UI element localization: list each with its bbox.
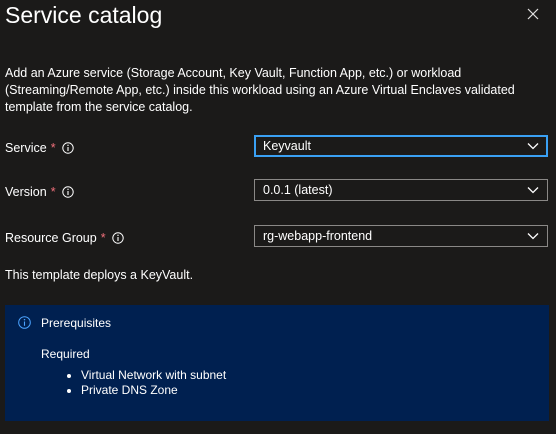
prerequisites-infobox: Prerequisites Required Virtual Network w…	[5, 305, 549, 421]
list-item: Private DNS Zone	[81, 383, 226, 398]
resource-group-dropdown[interactable]: rg-webapp-frontend	[254, 225, 548, 247]
version-dropdown-value: 0.0.1 (latest)	[263, 183, 333, 197]
service-label: Service *	[5, 140, 74, 156]
version-label: Version *	[5, 184, 74, 200]
list-item: Virtual Network with subnet	[81, 368, 226, 383]
prerequisites-subtitle: Required	[41, 347, 90, 361]
resource-group-label-text: Resource Group	[5, 231, 97, 245]
page-title: Service catalog	[5, 2, 163, 28]
required-asterisk: *	[100, 231, 106, 245]
resource-group-dropdown-value: rg-webapp-frontend	[263, 229, 373, 243]
chevron-down-icon	[527, 233, 539, 240]
prerequisites-list: Virtual Network with subnet Private DNS …	[55, 368, 226, 398]
required-asterisk: *	[50, 141, 56, 155]
service-label-text: Service	[5, 141, 47, 155]
chevron-down-icon	[527, 187, 539, 194]
template-note: This template deploys a KeyVault.	[5, 268, 194, 282]
service-dropdown[interactable]: Keyvault	[254, 135, 548, 157]
info-icon[interactable]	[111, 232, 124, 244]
prerequisites-title: Prerequisites	[41, 316, 112, 330]
service-catalog-panel: Service catalog Add an Azure service (St…	[0, 0, 556, 434]
description-text: Add an Azure service (Storage Account, K…	[5, 66, 515, 114]
chevron-down-icon	[527, 143, 539, 150]
info-icon	[18, 316, 31, 329]
info-icon[interactable]	[61, 142, 74, 154]
service-dropdown-value: Keyvault	[263, 139, 311, 153]
close-icon[interactable]	[524, 5, 542, 23]
required-asterisk: *	[50, 185, 56, 199]
version-dropdown[interactable]: 0.0.1 (latest)	[254, 179, 548, 201]
version-label-text: Version	[5, 185, 47, 199]
resource-group-label: Resource Group *	[5, 230, 124, 246]
info-icon[interactable]	[61, 186, 74, 198]
